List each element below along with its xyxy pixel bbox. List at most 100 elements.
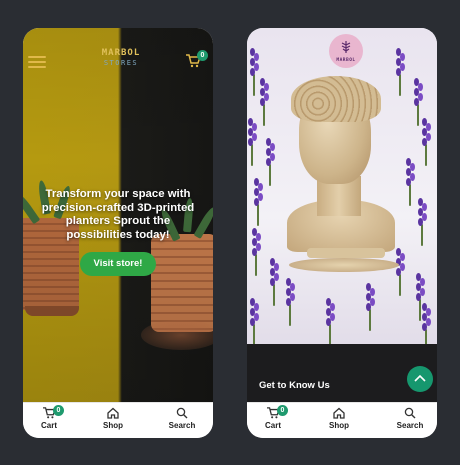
lavender-stem <box>273 284 275 306</box>
lavender-bud <box>254 313 259 321</box>
nav-cart[interactable]: 0 Cart <box>26 405 72 430</box>
lavender-bud <box>274 263 279 271</box>
nav-search[interactable]: Search <box>387 407 433 430</box>
right-phone-screen: MARBOL Get to Know Us 0 Cart Shop Search <box>247 28 437 438</box>
scroll-to-top-button[interactable] <box>407 366 433 392</box>
lavender-bud <box>274 273 279 281</box>
lavender-bud <box>410 173 415 181</box>
product-photo: MARBOL <box>247 28 437 344</box>
lavender-bud <box>418 93 423 101</box>
lavender-bud <box>270 153 275 161</box>
lavender-stem <box>421 224 423 246</box>
chevron-up-icon <box>414 374 426 382</box>
bottom-nav: 0 Cart Shop Search <box>23 402 213 438</box>
lavender-bud <box>326 298 331 306</box>
search-icon <box>404 407 416 419</box>
lavender-bud <box>426 133 431 141</box>
visit-store-button[interactable]: Visit store! <box>80 252 156 276</box>
nav-shop-label: Shop <box>329 421 349 430</box>
lavender-stem <box>263 104 265 126</box>
lavender-stem <box>253 324 255 344</box>
hero-headline: Transform your space with precision-craf… <box>41 188 195 241</box>
lavender-bud <box>266 138 271 146</box>
home-icon <box>333 407 345 419</box>
lavender-stem <box>425 144 427 166</box>
lavender-stem <box>257 204 259 226</box>
top-bar: MARBOL STORES 0 <box>23 46 213 76</box>
lavender-bud <box>250 48 255 56</box>
hamburger-menu-icon[interactable] <box>28 56 46 68</box>
lavender-stem <box>425 329 427 344</box>
lavender-bud <box>426 308 431 316</box>
lavender-bud <box>418 198 423 206</box>
nav-cart[interactable]: 0 Cart <box>250 405 296 430</box>
lavender-bud <box>252 228 257 236</box>
lavender-bud <box>422 303 427 311</box>
lavender-bud <box>418 83 423 91</box>
logo-line2: STORES <box>103 59 139 67</box>
section-title: Get to Know Us <box>259 380 330 391</box>
lavender-bud <box>258 193 263 201</box>
lavender-stem <box>251 144 253 166</box>
lavender-bud <box>270 143 275 151</box>
bust-base-top <box>307 248 385 258</box>
lavender-bud <box>254 53 259 61</box>
lavender-bud <box>420 288 425 296</box>
nav-search-label: Search <box>396 421 424 430</box>
lavender-stem <box>289 304 291 326</box>
lavender-bud <box>290 283 295 291</box>
nav-search-label: Search <box>168 421 196 430</box>
lavender-bud <box>248 118 253 126</box>
lavender-stem <box>419 299 421 321</box>
lavender-bud <box>410 163 415 171</box>
bust-planter-hair <box>291 76 381 122</box>
lavender-bud <box>264 83 269 91</box>
lavender-bud <box>422 203 427 211</box>
brand-badge[interactable]: MARBOL <box>329 34 363 68</box>
lavender-bud <box>252 133 257 141</box>
hero-banner: MARBOL STORES 0 Transform your space wit… <box>23 28 213 403</box>
lavender-stem <box>255 254 257 276</box>
lavender-bud <box>400 53 405 61</box>
brand-badge-text: MARBOL <box>336 58 356 63</box>
store-logo[interactable]: MARBOL STORES <box>91 48 151 67</box>
lavender-stem <box>253 74 255 96</box>
lavender-bud <box>426 318 431 326</box>
lavender-bud <box>370 288 375 296</box>
nav-cart-badge: 0 <box>53 405 64 416</box>
lavender-bud <box>254 178 259 186</box>
lavender-bud <box>406 158 411 166</box>
lavender-bud <box>400 263 405 271</box>
lavender-bud <box>400 253 405 261</box>
lavender-bud <box>256 243 261 251</box>
nav-search[interactable]: Search <box>159 407 205 430</box>
lavender-bud <box>422 213 427 221</box>
lavender-bud <box>396 248 401 256</box>
lavender-bud <box>396 48 401 56</box>
lavender-bud <box>290 293 295 301</box>
lavender-bud <box>330 313 335 321</box>
lavender-bud <box>400 63 405 71</box>
bottom-nav: 0 Cart Shop Search <box>247 402 437 438</box>
lavender-bud <box>270 258 275 266</box>
lavender-bud <box>286 278 291 286</box>
home-icon <box>107 407 119 419</box>
lavender-stem <box>409 184 411 206</box>
lavender-bud <box>250 298 255 306</box>
lavender-bud <box>264 93 269 101</box>
nav-shop[interactable]: Shop <box>90 407 136 430</box>
lavender-stem <box>399 274 401 296</box>
lavender-stem <box>399 74 401 96</box>
lavender-bud <box>260 78 265 86</box>
nav-cart-label: Cart <box>40 421 57 430</box>
lavender-stem <box>417 104 419 126</box>
nav-shop-label: Shop <box>103 421 123 430</box>
lavender-bud <box>370 298 375 306</box>
lavender-bud <box>252 123 257 131</box>
left-phone-screen: MARBOL STORES 0 Transform your space wit… <box>23 28 213 438</box>
lavender-bud <box>256 233 261 241</box>
lavender-stem <box>329 324 331 344</box>
nav-shop[interactable]: Shop <box>316 407 362 430</box>
lavender-bud <box>416 273 421 281</box>
header-cart-button[interactable]: 0 <box>185 50 208 72</box>
